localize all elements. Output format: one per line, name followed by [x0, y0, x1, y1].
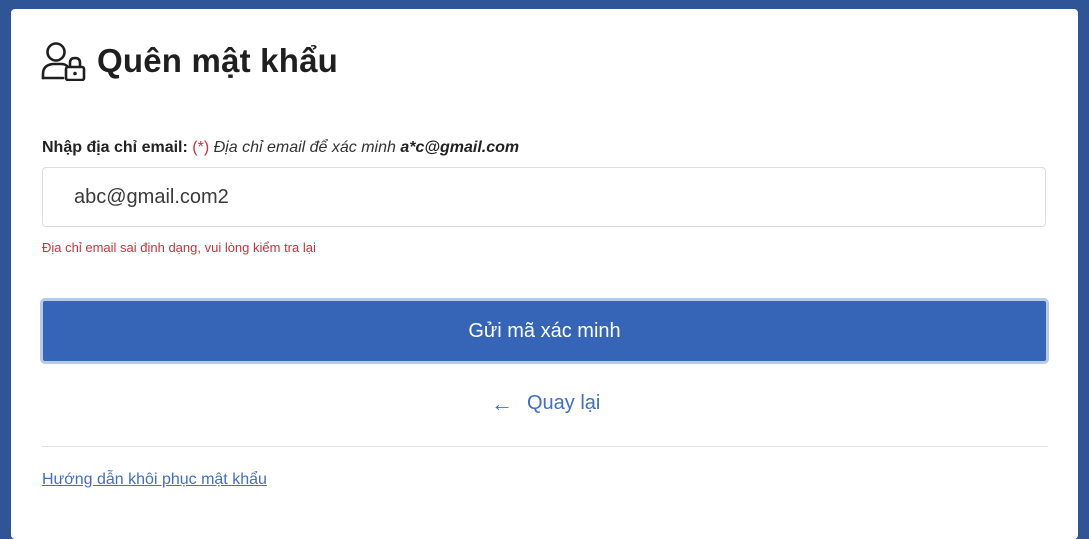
- forgot-password-card: Quên mật khẩu Nhập địa chỉ email: (*) Đị…: [11, 9, 1078, 539]
- user-lock-icon: [41, 42, 86, 81]
- masked-email: a*c@gmail.com: [400, 139, 520, 156]
- password-recovery-guide-link[interactable]: Hướng dẫn khôi phục mật khẩu: [42, 471, 267, 489]
- arrow-left-icon: ←: [491, 390, 513, 416]
- send-verification-code-button[interactable]: Gửi mã xác minh: [40, 298, 1049, 364]
- email-input[interactable]: [42, 167, 1046, 227]
- email-error-message: Địa chỉ email sai định dạng, vui lòng ki…: [42, 240, 316, 255]
- divider: [42, 446, 1048, 447]
- email-hint: Địa chỉ email để xác minh: [213, 139, 396, 156]
- back-link[interactable]: ← Quay lại: [491, 392, 600, 415]
- page-title: Quên mật khẩu: [97, 42, 338, 79]
- back-link-label: Quay lại: [527, 392, 601, 414]
- email-label-row: Nhập địa chỉ email: (*) Địa chỉ email để…: [42, 139, 519, 157]
- email-label: Nhập địa chỉ email:: [42, 139, 188, 156]
- required-mark: (*): [192, 139, 210, 156]
- page-header: Quên mật khẩu: [41, 41, 338, 81]
